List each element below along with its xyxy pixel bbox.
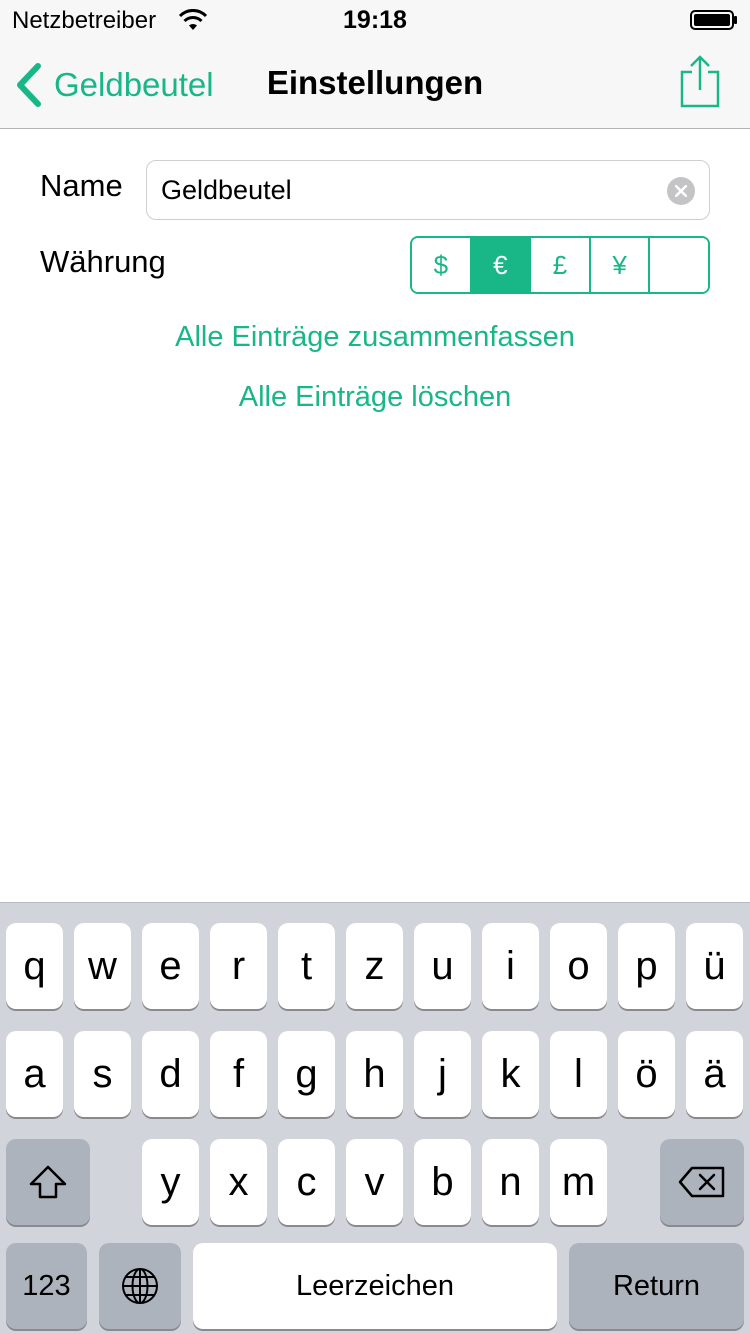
key-w[interactable]: w (74, 923, 131, 1009)
space-key[interactable]: Leerzeichen (193, 1243, 557, 1329)
status-time: 19:18 (343, 6, 407, 34)
key-f[interactable]: f (210, 1031, 267, 1117)
currency-segment-dollar[interactable]: $ (412, 238, 472, 292)
key-z[interactable]: z (346, 923, 403, 1009)
key-c[interactable]: c (278, 1139, 335, 1225)
clear-text-button[interactable] (667, 177, 695, 205)
keyboard: q w e r t z u i o p ü a s d f g h j k l … (0, 902, 750, 1334)
key-a[interactable]: a (6, 1031, 63, 1117)
delete-key[interactable] (660, 1139, 744, 1225)
delete-all-entries-button[interactable]: Alle Einträge löschen (0, 381, 750, 414)
shift-key[interactable] (6, 1139, 90, 1225)
key-o[interactable]: o (550, 923, 607, 1009)
key-q[interactable]: q (6, 923, 63, 1009)
key-j[interactable]: j (414, 1031, 471, 1117)
backspace-icon (678, 1166, 725, 1198)
navigation-bar: Geldbeutel Einstellungen (0, 40, 750, 129)
key-b[interactable]: b (414, 1139, 471, 1225)
status-bar: Netzbetreiber 19:18 (0, 0, 750, 40)
close-icon (675, 185, 687, 197)
key-s[interactable]: s (74, 1031, 131, 1117)
key-y[interactable]: y (142, 1139, 199, 1225)
name-label: Name (40, 168, 123, 203)
currency-label: Währung (40, 244, 166, 279)
key-n[interactable]: n (482, 1139, 539, 1225)
currency-segment-pound[interactable]: £ (531, 238, 591, 292)
currency-segment-euro[interactable]: € (471, 238, 532, 292)
key-g[interactable]: g (278, 1031, 335, 1117)
globe-icon (122, 1268, 158, 1304)
key-u-umlaut[interactable]: ü (686, 923, 743, 1009)
shift-arrow-icon (29, 1165, 67, 1199)
page-title: Einstellungen (266, 64, 484, 101)
name-input[interactable] (161, 161, 661, 219)
key-k[interactable]: k (482, 1031, 539, 1117)
key-e[interactable]: e (142, 923, 199, 1009)
numbers-key[interactable]: 123 (6, 1243, 87, 1329)
key-o-umlaut[interactable]: ö (618, 1031, 675, 1117)
currency-segment-empty[interactable] (650, 238, 708, 292)
currency-segmented-control: $ € £ ¥ (410, 236, 710, 294)
share-icon[interactable] (678, 54, 722, 110)
key-r[interactable]: r (210, 923, 267, 1009)
merge-all-entries-button[interactable]: Alle Einträge zusammenfassen (0, 321, 750, 354)
key-d[interactable]: d (142, 1031, 199, 1117)
name-field[interactable] (146, 160, 710, 220)
battery-icon (690, 10, 737, 30)
key-t[interactable]: t (278, 923, 335, 1009)
currency-segment-yen[interactable]: ¥ (590, 238, 651, 292)
key-u[interactable]: u (414, 923, 471, 1009)
key-p[interactable]: p (618, 923, 675, 1009)
key-x[interactable]: x (210, 1139, 267, 1225)
return-key[interactable]: Return (569, 1243, 744, 1329)
key-m[interactable]: m (550, 1139, 607, 1225)
key-v[interactable]: v (346, 1139, 403, 1225)
globe-key[interactable] (99, 1243, 181, 1329)
key-a-umlaut[interactable]: ä (686, 1031, 743, 1117)
key-h[interactable]: h (346, 1031, 403, 1117)
key-l[interactable]: l (550, 1031, 607, 1117)
key-i[interactable]: i (482, 923, 539, 1009)
